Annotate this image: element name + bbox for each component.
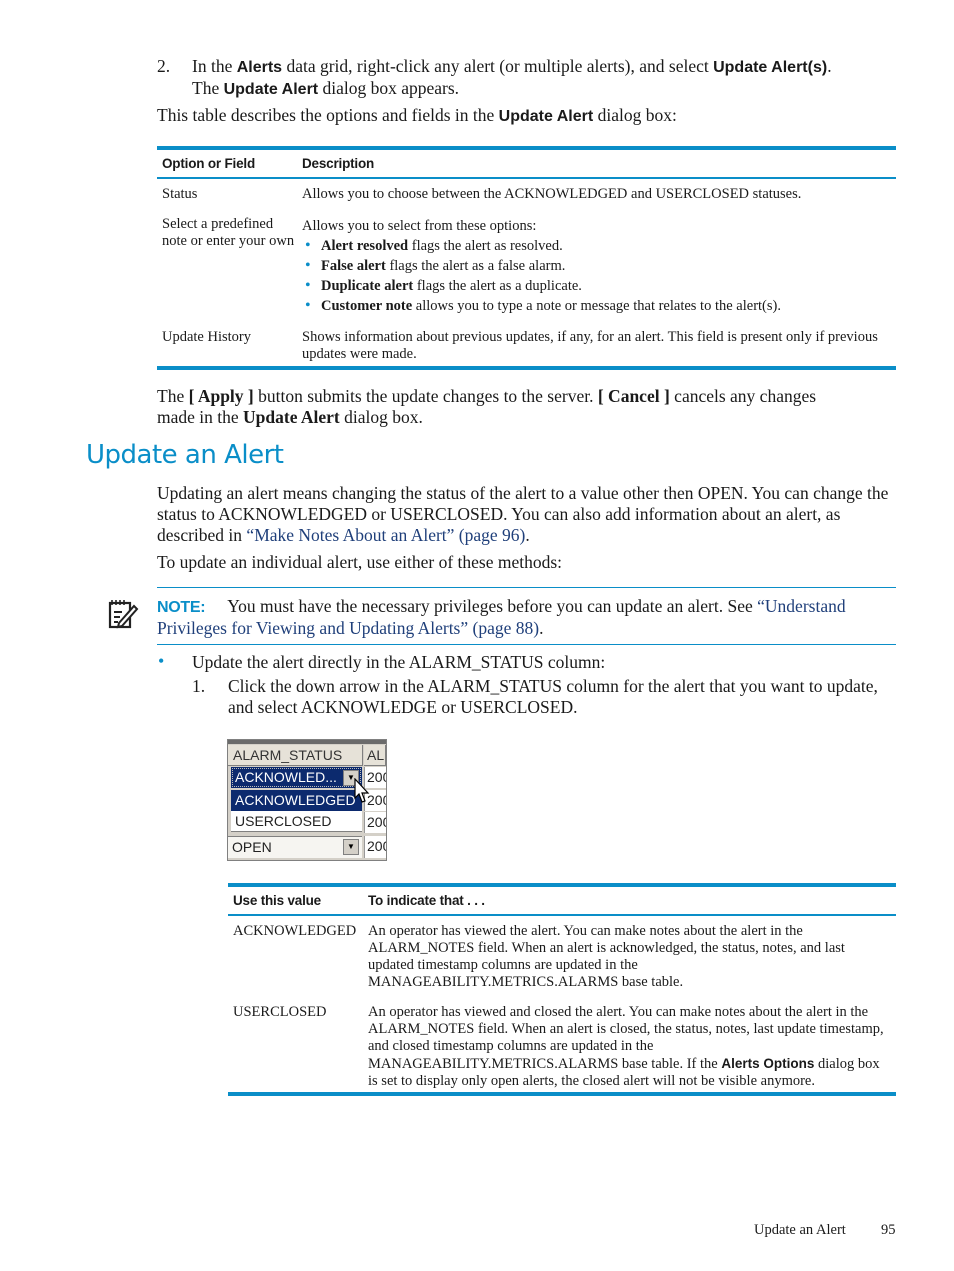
method-text: Update the alert directly in the ALARM_S…: [192, 652, 606, 672]
table-header: Use this value To indicate that . . .: [228, 887, 896, 916]
apply-cancel-paragraph: The [ Apply ] button submits the update …: [157, 386, 897, 428]
option-name: False alert: [321, 258, 386, 274]
text: .: [827, 56, 832, 76]
text: .: [525, 525, 530, 545]
options-list: • Alert resolved flags the alert as resol…: [302, 236, 890, 316]
list-item: • Duplicate alert flags the alert as a du…: [302, 276, 890, 296]
note-label: NOTE:: [157, 599, 206, 616]
description-cell: Shows information about previous updates…: [302, 329, 878, 362]
field-cell: Status: [162, 186, 198, 202]
header-use-this-value: Use this value: [233, 893, 321, 908]
ui-term-update-alert: Update Alert: [243, 407, 340, 427]
step-2-number: 2.: [157, 56, 171, 76]
ui-term-update-alert: Update Alert: [223, 81, 319, 98]
footer-page-number: 95: [881, 1222, 896, 1238]
text: You must have the necessary privileges b…: [227, 596, 758, 616]
table-row: Update History Shows information about p…: [157, 329, 896, 363]
status-cell-open[interactable]: OPEN: [228, 836, 362, 858]
value-cell: USERCLOSED: [233, 1004, 327, 1020]
text: The: [157, 386, 189, 406]
note-text: NOTE: You must have the necessary privile…: [157, 596, 899, 639]
bullet-icon: •: [305, 257, 311, 274]
description-cell: Allows you to choose between the ACKNOWL…: [302, 186, 802, 202]
field-cell: Update History: [162, 329, 251, 345]
list-item: • Customer note allows you to type a note…: [302, 296, 890, 316]
date-cell: 200: [364, 836, 386, 858]
text: button submits the update changes to the…: [253, 386, 598, 406]
substep-number: 1.: [192, 676, 206, 696]
list-item: • Alert resolved flags the alert as resol…: [302, 236, 890, 256]
make-notes-link[interactable]: “Make Notes About an Alert” (page 96): [246, 525, 525, 545]
text: dialog box.: [339, 407, 423, 427]
table-row: ACKNOWLEDGED An operator has viewed the …: [228, 923, 896, 991]
text: data grid, right-click any alert (or mul…: [282, 56, 714, 76]
dropdown-arrow-button[interactable]: ▼: [343, 839, 359, 855]
values-table: Use this value To indicate that . . . AC…: [228, 883, 896, 1096]
header-to-indicate: To indicate that . . .: [368, 893, 485, 908]
ui-term-alerts-options: Alerts Options: [721, 1056, 815, 1071]
cancel-button-ref: [ Cancel ]: [597, 386, 670, 406]
text: dialog box appears.: [318, 78, 460, 98]
option-name: Alert resolved: [321, 238, 409, 254]
list-item: • False alert flags the alert as a false …: [302, 256, 890, 276]
text: cancels any changes: [669, 386, 817, 406]
note-pencil-icon: [107, 598, 139, 630]
header-option-or-field: Option or Field: [162, 156, 255, 171]
note-top-rule: [157, 587, 896, 588]
value-cell: ACKNOWLEDGED: [233, 923, 357, 939]
ui-term-update-alert: Update Alert: [498, 108, 594, 125]
table-row: Status Allows you to choose between the …: [157, 186, 896, 203]
ui-term-update-alerts: Update Alert(s): [713, 59, 828, 76]
column-header-alarm-status[interactable]: ALARM_STATUS: [228, 745, 363, 766]
option-desc: allows you to type a note or message tha…: [412, 298, 781, 314]
bullet-icon: •: [305, 297, 311, 314]
footer-section-name: Update an Alert: [754, 1222, 846, 1238]
table-row: Select a predefined note or enter your o…: [157, 216, 896, 316]
column-header-next[interactable]: AL: [364, 745, 386, 766]
text: made in the: [157, 407, 244, 427]
note-bottom-rule: [157, 644, 896, 645]
header-description: Description: [302, 156, 375, 171]
field-cell: Select a predefined note or enter your o…: [162, 216, 295, 249]
options-table: Option or Field Description Status Allow…: [157, 146, 896, 370]
bullet-icon: •: [305, 237, 311, 254]
date-cell: 200: [364, 812, 386, 833]
text: dialog box:: [593, 105, 677, 125]
methods-intro: To update an individual alert, use eithe…: [157, 552, 563, 572]
description-text: Allows you to select from these options:: [302, 218, 537, 234]
dropdown-option-userclosed[interactable]: USERCLOSED: [231, 811, 362, 832]
meaning-cell: An operator has viewed and closed the al…: [368, 1004, 896, 1090]
meaning-cell: An operator has viewed the alert. You ca…: [368, 923, 845, 990]
bullet-icon: •: [158, 651, 165, 671]
apply-button-ref: [ Apply ]: [188, 386, 254, 406]
table-intro: This table describes the options and fie…: [157, 105, 677, 127]
ui-term-alerts: Alerts: [236, 59, 283, 76]
text: This table describes the options and fie…: [157, 105, 499, 125]
bullet-icon: •: [305, 277, 311, 294]
table-row: USERCLOSED An operator has viewed and cl…: [228, 1004, 896, 1090]
table-header: Option or Field Description: [157, 150, 896, 179]
text: The: [192, 78, 224, 98]
grid-top-bar: [228, 740, 386, 744]
option-desc: flags the alert as resolved.: [408, 238, 563, 254]
dropdown-option-acknowledged[interactable]: ACKNOWLEDGED: [231, 790, 362, 811]
step-2-text: In the Alerts data grid, right-click any…: [192, 56, 912, 100]
description-cell: Allows you to select from these options:…: [302, 216, 896, 316]
section-title: Update an Alert: [86, 440, 284, 470]
text: In the: [192, 56, 237, 76]
section-paragraph: Updating an alert means changing the sta…: [157, 483, 899, 546]
option-desc: flags the alert as a duplicate.: [413, 278, 582, 294]
option-name: Customer note: [321, 298, 413, 314]
option-name: Duplicate alert: [321, 278, 414, 294]
substep-text: Click the down arrow in the ALARM_STATUS…: [228, 676, 878, 717]
text: .: [539, 618, 544, 638]
option-desc: flags the alert as a false alarm.: [385, 258, 566, 274]
